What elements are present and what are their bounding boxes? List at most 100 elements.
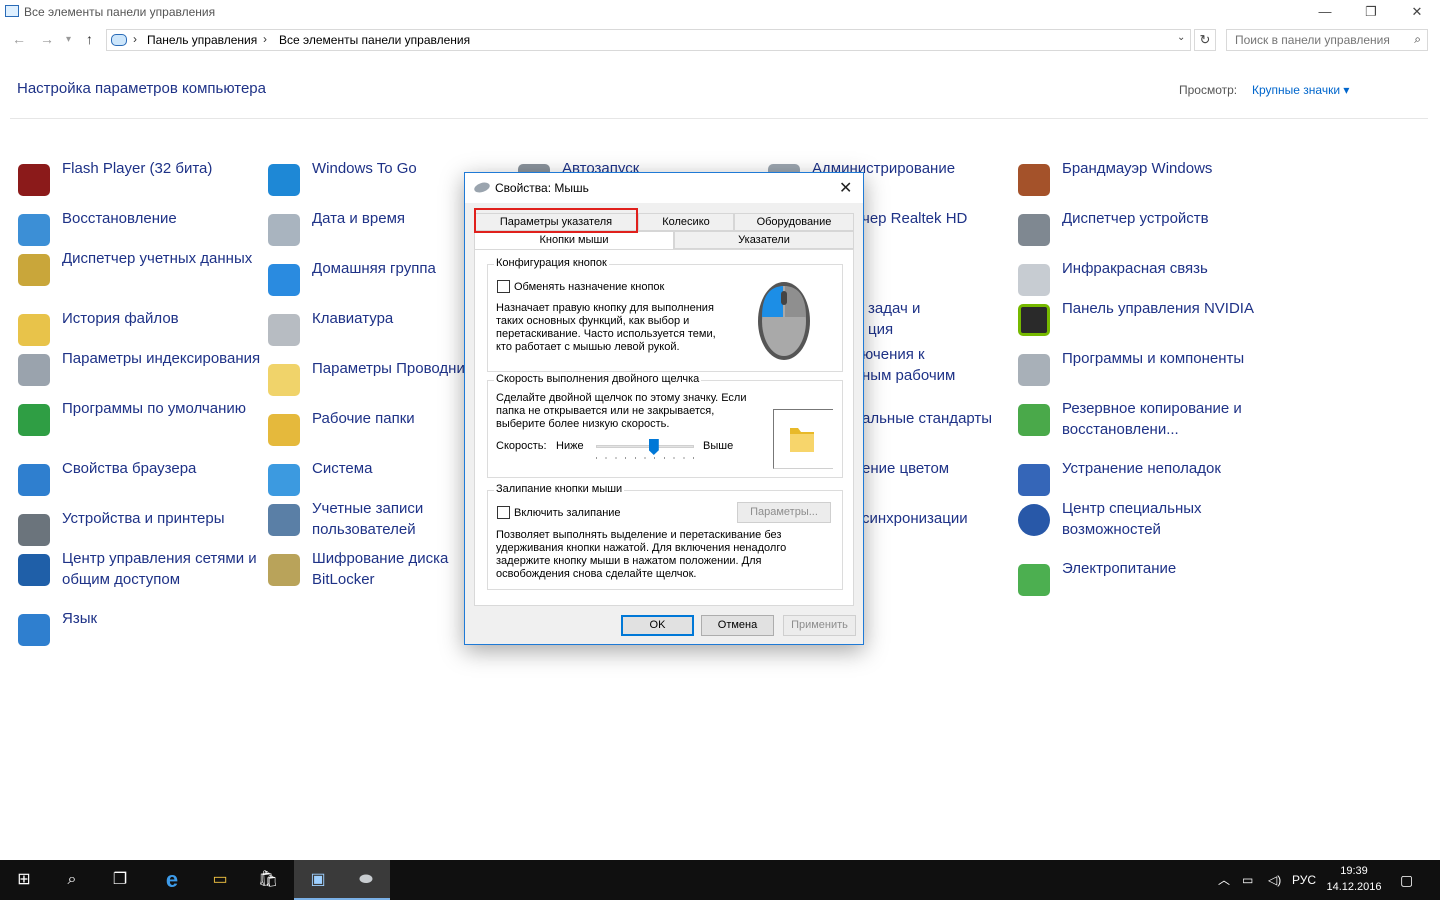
recent-locations-icon[interactable]: ▾ (66, 34, 71, 45)
double-click-description: Сделайте двойной щелчок по этому значку.… (496, 392, 747, 430)
tab-panel: Конфигурация кнопок Обменять назначение … (474, 249, 854, 606)
cp-item-nvidia[interactable]: Панель управления NVIDIA (1018, 298, 1268, 342)
mouse-illustration-icon (758, 282, 810, 360)
cp-item-backup-restore[interactable]: Резервное копирование и восстановлени... (1018, 398, 1268, 442)
search-icon[interactable]: ⌕ (1414, 32, 1421, 47)
search-box[interactable]: ⌕ (1226, 29, 1428, 51)
cp-item-power[interactable]: Электропитание (1018, 558, 1268, 602)
cp-item-default-programs[interactable]: Программы по умолчанию (18, 398, 268, 442)
work-folders-icon (268, 414, 300, 446)
slider-thumb[interactable] (648, 439, 659, 455)
swap-buttons-label[interactable]: Обменять назначение кнопок (514, 281, 664, 294)
cp-item-programs-features[interactable]: Программы и компоненты (1018, 348, 1268, 392)
folder-clock-icon (18, 314, 50, 346)
click-lock-label[interactable]: Включить залипание (514, 507, 621, 520)
click-lock-checkbox[interactable] (497, 506, 510, 519)
network-tray-icon[interactable]: ▭ (1242, 860, 1253, 900)
cp-item-devices-printers[interactable]: Устройства и принтеры (18, 508, 268, 552)
usb-windows-icon (268, 164, 300, 196)
file-explorer-icon[interactable]: ▭ (196, 860, 244, 900)
homegroup-icon (268, 264, 300, 296)
mouse-taskbar-icon[interactable]: ⬬ (342, 860, 390, 900)
edge-icon[interactable]: e (148, 860, 196, 900)
breadcrumb-all-items[interactable]: Все элементы панели управления (279, 33, 470, 47)
cp-item-device-manager[interactable]: Диспетчер устройств (1018, 208, 1268, 252)
cp-item-ease-of-access[interactable]: Центр специальных возможностей (1018, 498, 1268, 542)
tray-overflow-icon[interactable]: ︿ (1218, 860, 1230, 900)
group-title: Скорость выполнения двойного щелчка (494, 373, 702, 385)
click-lock-description: Позволяет выполнять выделение и перетаск… (496, 529, 787, 580)
divider (10, 118, 1428, 119)
action-center-icon[interactable]: ▢ (1400, 860, 1413, 900)
cp-item-recovery[interactable]: Восстановление (18, 208, 268, 252)
taskbar: ⊞ ⌕ ❐ e ▭ 🛍 ▣ ⬬ ︿ ▭ ◁) РУС 19:39 14.12.2… (0, 860, 1440, 900)
monitor-icon (268, 464, 300, 496)
store-icon[interactable]: 🛍 (244, 860, 292, 900)
printer-icon (18, 514, 50, 546)
close-button[interactable]: ✕ (1394, 0, 1440, 24)
nvidia-icon (1018, 304, 1050, 336)
address-bar[interactable]: › Панель управления › Все элементы панел… (106, 29, 1191, 51)
cp-item-language[interactable]: Язык (18, 608, 268, 652)
slider-track (596, 445, 694, 448)
language-icon (18, 614, 50, 646)
ok-button[interactable]: OK (621, 615, 694, 636)
cp-item-troubleshooting[interactable]: Устранение неполадок (1018, 458, 1268, 502)
cp-item-credential-manager[interactable]: Диспетчер учетных данных (18, 248, 268, 292)
cp-item-indexing[interactable]: Параметры индексирования (18, 348, 268, 392)
globe-icon (18, 464, 50, 496)
forward-icon[interactable]: → (40, 31, 54, 47)
back-icon[interactable]: ← (12, 31, 26, 47)
folder-icon[interactable] (788, 424, 816, 454)
default-programs-icon (18, 404, 50, 436)
accessibility-icon (1018, 504, 1050, 536)
cp-item-internet-options[interactable]: Свойства браузера (18, 458, 268, 502)
vault-icon (18, 254, 50, 286)
slider-ticks (596, 457, 694, 459)
clock[interactable]: 19:39 14.12.2016 (1324, 863, 1384, 895)
minimize-button[interactable]: — (1302, 0, 1348, 24)
speed-label: Скорость: (496, 440, 547, 452)
programs-icon (1018, 354, 1050, 386)
cancel-button[interactable]: Отмена (701, 615, 774, 636)
tab-highlight-frame (474, 208, 638, 233)
breadcrumb-control-panel[interactable]: Панель управления (147, 33, 257, 47)
tab-hardware[interactable]: Оборудование (734, 213, 854, 231)
search-icon[interactable]: ⌕ (48, 860, 96, 900)
language-indicator[interactable]: РУС (1292, 860, 1316, 900)
double-click-speed-slider[interactable] (596, 439, 694, 459)
cp-item-flash-player[interactable]: Flash Player (32 бита) (18, 158, 268, 202)
tab-buttons[interactable]: Кнопки мыши (474, 231, 674, 250)
cp-item-network-center[interactable]: Центр управления сетями и общим доступом (18, 548, 268, 592)
clock-time: 19:39 (1340, 865, 1368, 877)
firewall-icon (1018, 164, 1050, 196)
view-mode-dropdown[interactable]: Крупные значки ▾ (1252, 83, 1349, 97)
group-title: Залипание кнопки мыши (494, 483, 625, 495)
page-title: Настройка параметров компьютера (17, 80, 266, 97)
swap-buttons-checkbox[interactable] (497, 280, 510, 293)
refresh-icon[interactable]: ↻ (1194, 29, 1216, 51)
tab-pointers[interactable]: Указатели (674, 231, 854, 249)
apply-button[interactable]: Применить (783, 615, 856, 636)
tab-wheel[interactable]: Колесико (638, 213, 734, 231)
task-view-icon[interactable]: ❐ (96, 860, 144, 900)
dialog-close-icon[interactable]: ✕ (839, 178, 852, 198)
search-input[interactable] (1227, 30, 1405, 50)
volume-tray-icon[interactable]: ◁) (1268, 860, 1281, 900)
chevron-down-icon[interactable]: ⌄ (1177, 32, 1185, 43)
cp-item-file-history[interactable]: История файлов (18, 308, 268, 352)
maximize-button[interactable]: ❐ (1348, 0, 1394, 24)
infrared-icon (1018, 264, 1050, 296)
window-titlebar: Все элементы панели управления — ❐ ✕ (0, 0, 1440, 24)
cp-item-infrared[interactable]: Инфракрасная связь (1018, 258, 1268, 302)
up-icon[interactable]: ↑ (86, 31, 93, 47)
device-manager-icon (1018, 214, 1050, 246)
swap-buttons-description: Назначает правую кнопку для выполнения т… (496, 302, 716, 353)
start-icon[interactable]: ⊞ (0, 860, 48, 900)
click-lock-settings-button[interactable]: Параметры... (737, 502, 831, 523)
control-panel-taskbar-icon[interactable]: ▣ (294, 860, 342, 900)
cp-item-firewall[interactable]: Брандмауэр Windows (1018, 158, 1268, 202)
test-area[interactable] (773, 409, 833, 469)
network-icon (18, 554, 50, 586)
window-title: Все элементы панели управления (24, 5, 216, 19)
